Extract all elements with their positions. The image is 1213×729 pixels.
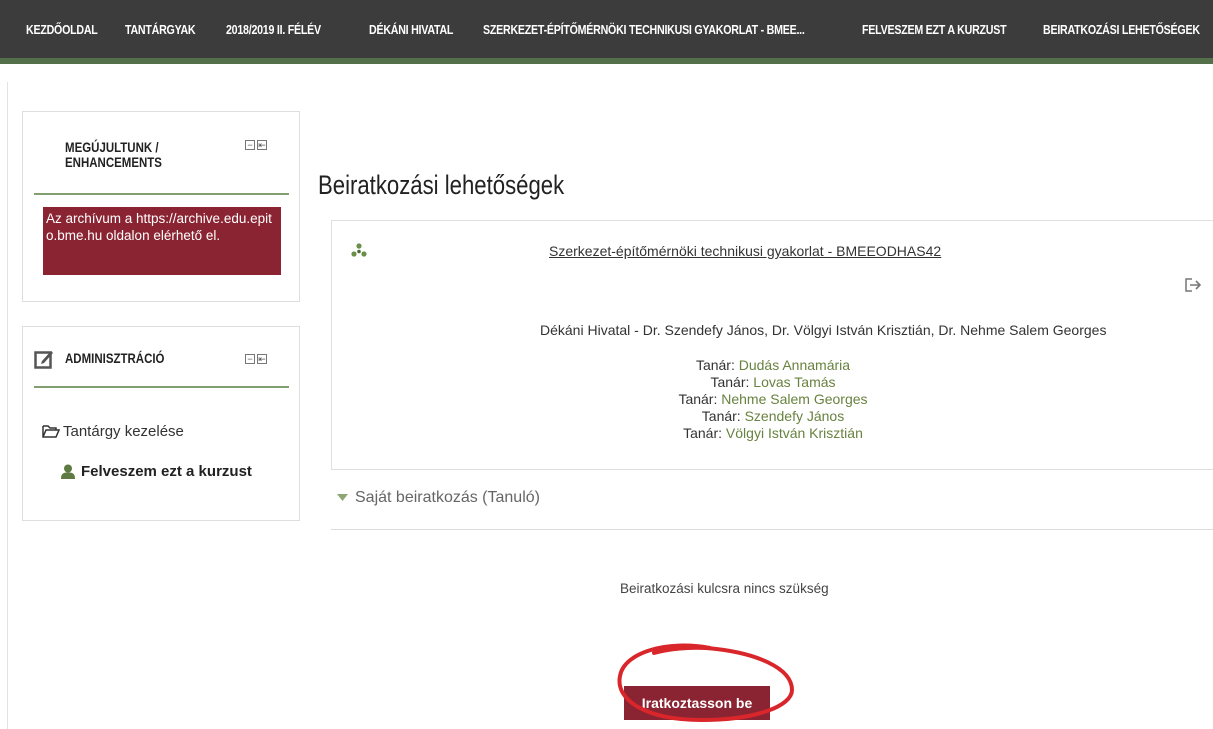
teacher-link[interactable]: Dudás Annamária [739, 357, 850, 373]
user-icon [61, 464, 75, 479]
manage-course-label: Tantárgy kezelése [63, 423, 184, 440]
teacher-row: Tanár: Szendefy János [332, 408, 1213, 425]
section-divider [331, 529, 1213, 530]
collapse-icon[interactable]: − [245, 140, 255, 150]
teacher-link[interactable]: Szendefy János [745, 408, 845, 424]
teacher-label: Tanár: [683, 425, 723, 441]
teacher-label: Tanár: [678, 391, 718, 407]
teacher-list: Tanár: Dudás Annamária Tanár: Lovas Tamá… [332, 357, 1213, 442]
nav-deans-office[interactable]: DÉKÁNI HIVATAL [369, 22, 453, 37]
enhancements-rule [34, 193, 289, 195]
administration-rule [34, 386, 289, 388]
enrol-icon[interactable] [1185, 278, 1201, 292]
enhancements-title-line1: MEGÚJULTUNK / [65, 139, 159, 155]
nav-enrolment-options[interactable]: BEIRATKOZÁSI LEHETŐSÉGEK [1043, 22, 1200, 37]
enrol-me-item[interactable]: Felveszem ezt a kurzust [61, 463, 252, 480]
teacher-label: Tanár: [695, 357, 735, 373]
manage-course-item[interactable]: Tantárgy kezelése [42, 423, 184, 440]
teacher-label: Tanár: [710, 374, 750, 390]
left-border [7, 82, 8, 729]
course-title-link[interactable]: Szerkezet-építőmérnöki technikusi gyakor… [549, 243, 941, 259]
teacher-row: Tanár: Dudás Annamária [332, 357, 1213, 374]
course-category: Dékáni Hivatal - Dr. Szendefy János, Dr.… [540, 322, 1107, 338]
collapse-icon[interactable]: − [245, 354, 255, 364]
teacher-link[interactable]: Lovas Tamás [753, 374, 835, 390]
teacher-link[interactable]: Völgyi István Krisztián [726, 425, 863, 441]
enhancements-controls: − ⇤ [245, 140, 267, 150]
dock-icon[interactable]: ⇤ [257, 354, 267, 364]
page-title: Beiratkozási lehetőségek [318, 170, 565, 200]
nav-courses[interactable]: TANTÁRGYAK [125, 22, 196, 37]
no-key-message: Beiratkozási kulcsra nincs szükség [620, 581, 829, 596]
enrol-me-label: Felveszem ezt a kurzust [81, 463, 252, 480]
administration-block: ADMINISZTRÁCIÓ − ⇤ Tantárgy kezelése Fel… [22, 326, 300, 521]
self-enrol-toggle[interactable]: Saját beiratkozás (Tanuló) [337, 489, 540, 507]
administration-title: ADMINISZTRÁCIÓ [65, 350, 165, 366]
course-icon [351, 243, 367, 257]
nav-enrol-me[interactable]: FELVESZEM EZT A KURZUST [862, 22, 1007, 37]
course-info-box: Szerkezet-építőmérnöki technikusi gyakor… [331, 220, 1213, 470]
administration-controls: − ⇤ [245, 354, 267, 364]
teacher-row: Tanár: Nehme Salem Georges [332, 391, 1213, 408]
enhancements-title: MEGÚJULTUNK / ENHANCEMENTS [65, 140, 162, 170]
enrol-button[interactable]: Iratkoztasson be [624, 686, 770, 720]
caret-down-icon [337, 494, 348, 501]
archive-alert: Az archívum a https://archive.edu.epito.… [43, 207, 281, 275]
top-navbar: KEZDŐOLDAL TANTÁRGYAK 2018/2019 II. FÉLÉ… [0, 0, 1213, 64]
nav-home[interactable]: KEZDŐOLDAL [26, 22, 98, 37]
edit-icon [34, 351, 53, 369]
nav-semester[interactable]: 2018/2019 II. FÉLÉV [226, 22, 321, 37]
folder-open-icon [42, 425, 60, 438]
enhancements-title-line2: ENHANCEMENTS [65, 154, 162, 170]
teacher-label: Tanár: [701, 408, 741, 424]
teacher-row: Tanár: Völgyi István Krisztián [332, 425, 1213, 442]
nav-course[interactable]: SZERKEZET-ÉPÍTŐMÉRNÖKI TECHNIKUSI GYAKOR… [483, 22, 805, 37]
self-enrol-header: Saját beiratkozás (Tanuló) [355, 489, 540, 506]
teacher-link[interactable]: Nehme Salem Georges [721, 391, 867, 407]
teacher-row: Tanár: Lovas Tamás [332, 374, 1213, 391]
enhancements-block: MEGÚJULTUNK / ENHANCEMENTS − ⇤ Az archív… [22, 111, 300, 302]
dock-icon[interactable]: ⇤ [257, 140, 267, 150]
